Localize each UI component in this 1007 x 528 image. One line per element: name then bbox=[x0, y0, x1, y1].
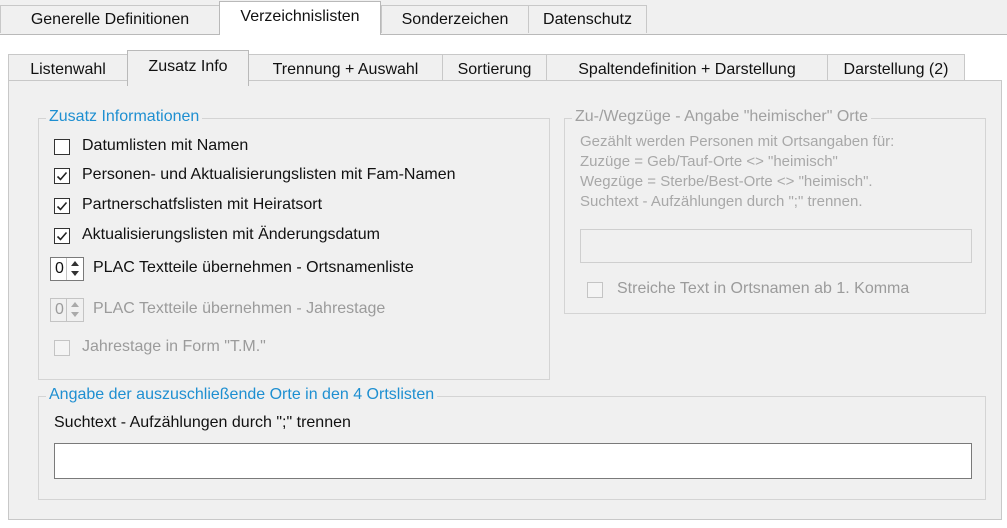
jahrestage-spinner-label: PLAC Textteile übernehmen - Jahrestage bbox=[93, 300, 386, 317]
checkbox-partnerschaftslisten[interactable] bbox=[54, 198, 70, 214]
zuweg-line-2: Zuzüge = Geb/Tauf-Orte <> "heimisch" bbox=[580, 153, 838, 170]
checkmark-icon bbox=[56, 201, 68, 211]
zuweg-line-1: Gezählt werden Personen mit Ortsangaben … bbox=[580, 133, 895, 150]
arrow-up-icon[interactable] bbox=[71, 302, 79, 307]
checkbox-personen-fam-namen[interactable] bbox=[54, 168, 70, 184]
checkbox-aktualisierungslisten[interactable] bbox=[54, 228, 70, 244]
checkmark-icon bbox=[56, 231, 68, 241]
auszuschliessende-orte-legend: Angabe der auszuschließende Orte in den … bbox=[46, 386, 438, 404]
auszuschliessende-orte-input[interactable] bbox=[54, 443, 972, 479]
datumlisten-label: Datumlisten mit Namen bbox=[82, 137, 249, 154]
tab-generelle-definitionen[interactable]: Generelle Definitionen bbox=[0, 5, 220, 33]
zuweg-line-3: Wegzüge = Sterbe/Best-Orte <> "heimisch"… bbox=[580, 173, 873, 190]
ortsnamenliste-spinner[interactable]: 0 bbox=[50, 257, 84, 281]
checkbox-datumlisten[interactable] bbox=[54, 139, 70, 155]
checkmark-icon bbox=[56, 171, 68, 181]
checkbox-jahrestage-tm[interactable] bbox=[54, 340, 70, 356]
zu-wegzuege-legend: Zu-/Wegzüge - Angabe "heimischer" Orte bbox=[572, 108, 871, 126]
ortsnamenliste-label: PLAC Textteile übernehmen - Ortsnamenlis… bbox=[93, 259, 414, 276]
checkbox-streiche-text[interactable] bbox=[587, 282, 603, 298]
streiche-text-label: Streiche Text in Ortsnamen ab 1. Komma bbox=[617, 280, 910, 297]
jahrestage-spinner[interactable]: 0 bbox=[50, 298, 84, 322]
arrow-up-icon[interactable] bbox=[71, 261, 79, 266]
arrow-down-icon[interactable] bbox=[71, 312, 79, 317]
exclude-suchtext-label: Suchtext - Aufzählungen durch ";" trenne… bbox=[54, 414, 351, 431]
top-tab-row: Generelle Definitionen Verzeichnislisten… bbox=[0, 0, 1007, 35]
arrow-down-icon[interactable] bbox=[71, 271, 79, 276]
spinner-value: 0 bbox=[55, 260, 64, 277]
tab-sonderzeichen[interactable]: Sonderzeichen bbox=[381, 5, 529, 33]
spinner-value: 0 bbox=[55, 301, 64, 318]
spinner-buttons[interactable] bbox=[66, 299, 83, 321]
spinner-buttons[interactable] bbox=[66, 258, 83, 280]
tab-zusatz-info[interactable]: Zusatz Info bbox=[127, 50, 249, 86]
personen-fam-namen-label: Personen- und Aktualisierungslisten mit … bbox=[82, 166, 456, 183]
partnerschaftslisten-label: Partnerschatfslisten mit Heiratsort bbox=[82, 196, 323, 213]
heimische-orte-input[interactable] bbox=[580, 229, 972, 263]
aktualisierungslisten-label: Aktualisierungslisten mit Änderungsdatum bbox=[82, 226, 380, 243]
jahrestage-tm-label: Jahrestage in Form "T.M." bbox=[82, 338, 266, 355]
tab-verzeichnislisten[interactable]: Verzeichnislisten bbox=[219, 1, 381, 35]
tab-datenschutz[interactable]: Datenschutz bbox=[528, 5, 647, 33]
zuweg-line-4: Suchtext - Aufzählungen durch ";" trenne… bbox=[580, 193, 863, 210]
zusatz-informationen-legend: Zusatz Informationen bbox=[46, 108, 203, 126]
